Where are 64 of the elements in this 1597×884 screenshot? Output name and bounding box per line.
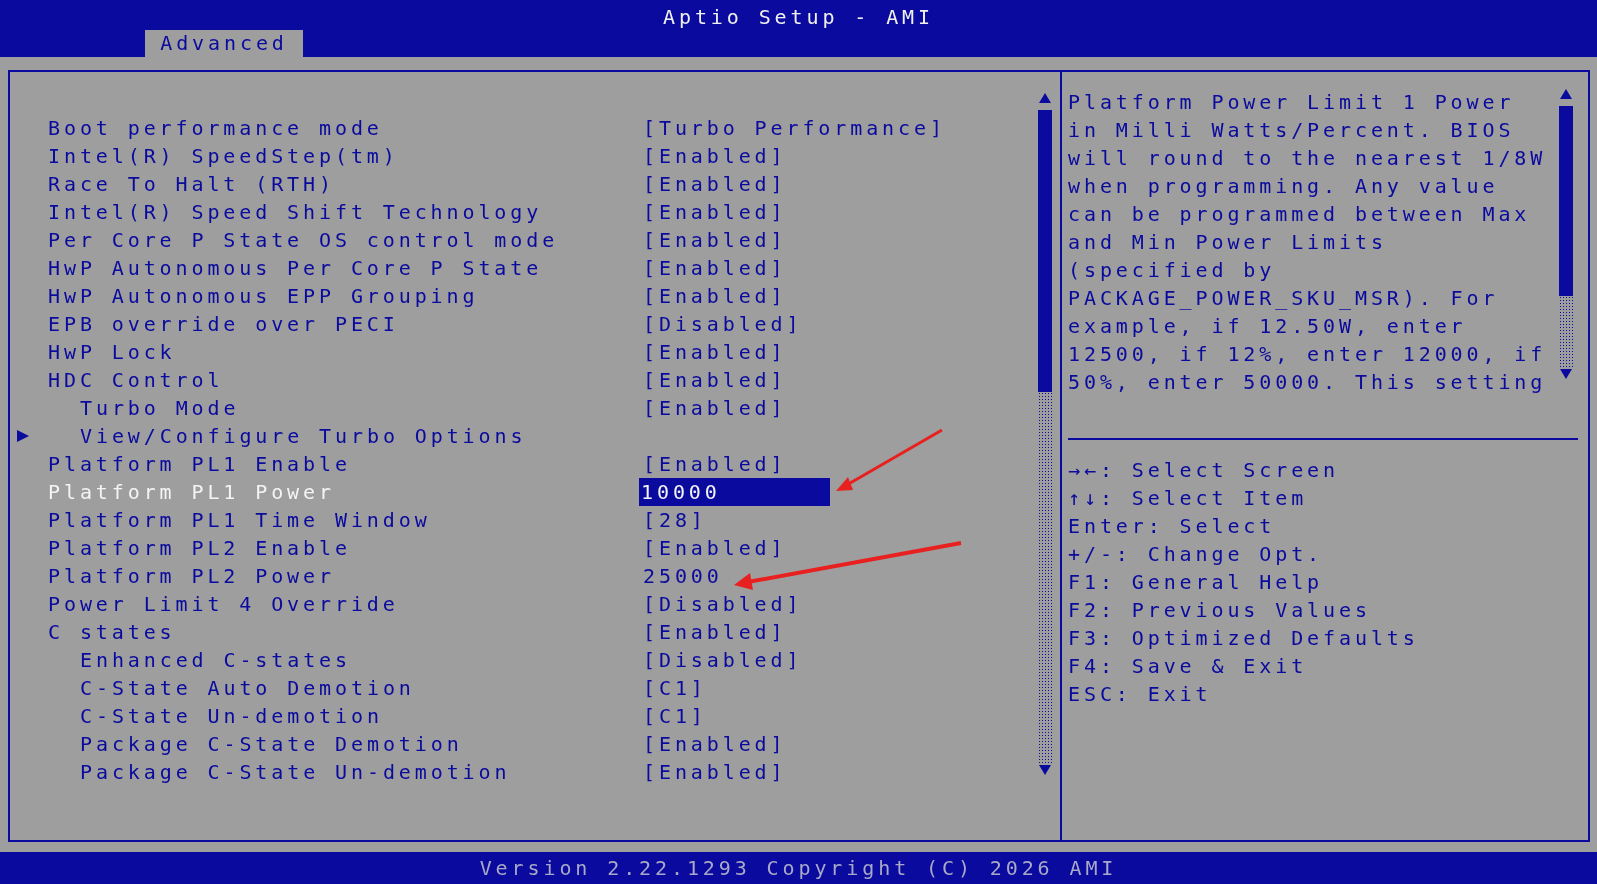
setting-label[interactable]: HwP Autonomous EPP Grouping <box>48 284 479 308</box>
setting-label[interactable]: HwP Lock <box>48 340 176 364</box>
setting-label[interactable]: HwP Autonomous Per Core P State <box>48 256 543 280</box>
setting-value[interactable]: 25000 <box>639 562 723 590</box>
setting-value[interactable]: [Enabled] <box>639 450 787 478</box>
setting-label[interactable]: Race To Halt (RTH) <box>48 172 335 196</box>
setting-label[interactable]: Power Limit 4 Override <box>48 592 399 616</box>
tab[interactable]: Advanced <box>145 30 303 57</box>
setting-label[interactable]: Package C-State Un-demotion <box>48 760 511 784</box>
key-hint: +/-: Change Opt. <box>1068 541 1324 568</box>
setting-value[interactable]: [28] <box>639 506 707 534</box>
setting-label[interactable]: View/Configure Turbo Options <box>48 424 527 448</box>
scroll-up-icon[interactable] <box>1559 88 1573 100</box>
setting-value[interactable]: [Enabled] <box>639 170 787 198</box>
setting-value[interactable]: [Enabled] <box>639 730 787 758</box>
setting-label[interactable]: Platform PL1 Enable <box>48 452 351 476</box>
setting-label[interactable]: C-State Auto Demotion <box>48 676 415 700</box>
setting-value[interactable]: [Enabled] <box>639 198 787 226</box>
setting-label[interactable]: Intel(R) SpeedStep(tm) <box>48 144 399 168</box>
key-hint: ESC: Exit <box>1068 681 1212 708</box>
setting-label[interactable]: Enhanced C-states <box>48 648 351 672</box>
value-input-field[interactable]: 10000 <box>639 478 830 506</box>
help-text: Platform Power Limit 1 Power in Milli Watts/Percent. BIOS will round to the nearest 1/8W when programming. Any value can be programmed between Max and Min Power Limits (specified by PACKAGE_POWER_SKU_MSR). For example, if 12.50W, enter 12500, if 12%, enter 12000, if 50%, enter 50000. This setting <box>1068 89 1548 396</box>
setting-label[interactable]: EPB override over PECI <box>48 312 399 336</box>
setting-value[interactable]: [Disabled] <box>639 310 803 338</box>
setting-label[interactable]: Turbo Mode <box>48 396 240 420</box>
setting-value[interactable]: [Enabled] <box>639 534 787 562</box>
version-text: Version 2.22.1293 Copyright (C) 2026 AMI <box>479 856 1118 880</box>
setting-label[interactable]: Intel(R) Speed Shift Technology <box>48 200 543 224</box>
setting-label[interactable]: HDC Control <box>48 368 224 392</box>
setting-label[interactable]: Platform PL2 Power <box>48 564 335 588</box>
setting-label[interactable]: Platform PL1 Time Window <box>48 508 431 532</box>
setting-value[interactable]: [Enabled] <box>639 226 787 254</box>
setting-value[interactable]: [C1] <box>639 702 707 730</box>
scrollbar-thumb[interactable] <box>1559 106 1573 296</box>
submenu-arrow-icon <box>16 429 30 443</box>
setting-label[interactable]: Per Core P State OS control mode <box>48 228 559 252</box>
key-hint: F3: Optimized Defaults <box>1068 625 1419 652</box>
scroll-up-icon[interactable] <box>1038 92 1052 104</box>
setting-label[interactable]: C states <box>48 620 176 644</box>
setting-value[interactable]: [Disabled] <box>639 646 803 674</box>
key-hint: →←: Select Screen <box>1068 457 1339 484</box>
setting-label[interactable]: Boot performance mode <box>48 116 383 140</box>
setting-value[interactable]: [Enabled] <box>639 394 787 422</box>
setting-label[interactable]: Platform PL2 Enable <box>48 536 351 560</box>
setting-value[interactable]: [Turbo Performance] <box>639 114 946 142</box>
key-hint: F1: General Help <box>1068 569 1324 596</box>
key-hint: ↑↓: Select Item <box>1068 485 1308 512</box>
setting-value[interactable]: [Enabled] <box>639 758 787 786</box>
key-hint: F4: Save & Exit <box>1068 653 1308 680</box>
key-hint: Enter: Select <box>1068 513 1276 540</box>
setting-value[interactable]: [Enabled] <box>639 338 787 366</box>
setting-value[interactable]: [Enabled] <box>639 254 787 282</box>
setting-value[interactable]: [Enabled] <box>639 366 787 394</box>
window-title: Aptio Setup - AMI <box>663 4 934 30</box>
setting-label[interactable]: C-State Un-demotion <box>48 704 383 728</box>
key-hint: F2: Previous Values <box>1068 597 1371 624</box>
setting-value[interactable]: [Enabled] <box>639 618 787 646</box>
setting-value[interactable]: [C1] <box>639 674 707 702</box>
setting-value[interactable]: [Enabled] <box>639 142 787 170</box>
scrollbar-thumb[interactable] <box>1038 110 1052 392</box>
setting-value[interactable]: [Enabled] <box>639 282 787 310</box>
setting-value[interactable]: [Disabled] <box>639 590 803 618</box>
setting-label[interactable]: Package C-State Demotion <box>48 732 463 756</box>
